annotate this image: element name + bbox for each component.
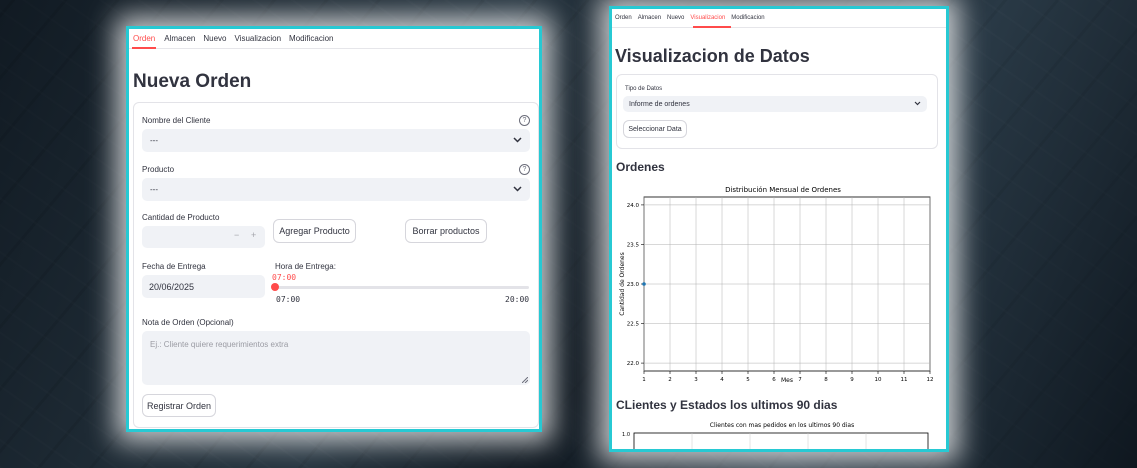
x-tick-label: 11 <box>901 377 908 383</box>
y-tick-label: 23.0 <box>627 282 640 288</box>
tipo-select[interactable]: Informe de ordenes <box>623 96 927 112</box>
active-tab-indicator <box>693 26 731 28</box>
data-point <box>642 282 646 286</box>
cliente-select[interactable]: --- <box>142 129 530 152</box>
tab-modificacion[interactable]: Modificacion <box>731 15 764 21</box>
fecha-input[interactable]: 20/06/2025 <box>142 275 265 298</box>
page-title: Nueva Orden <box>133 71 252 92</box>
tipo-label: Tipo de Datos <box>625 86 663 92</box>
hora-slider-thumb[interactable] <box>271 283 279 291</box>
x-tick-label: 6 <box>772 377 776 383</box>
nueva-orden-window: Orden Almacen Nuevo Visualizacion Modifi… <box>126 26 542 432</box>
hora-slider-track[interactable] <box>275 286 529 289</box>
x-tick-label: 4 <box>720 377 724 383</box>
producto-label: Producto <box>142 165 175 174</box>
producto-select[interactable]: --- <box>142 178 530 201</box>
y-tick-label: 22.0 <box>627 361 640 367</box>
tipo-value: Informe de ordenes <box>629 100 690 108</box>
x-tick-label: 2 <box>668 377 672 383</box>
ordenes-chart: Distribución Mensual de Ordenes 12345678… <box>619 186 934 384</box>
hora-min-label: 07:00 <box>276 295 301 304</box>
tab-divider <box>612 27 946 28</box>
fecha-label: Fecha de Entrega <box>142 262 206 271</box>
y-axis-label: Cantidad de Ordenes <box>619 252 626 316</box>
tab-visualizacion[interactable]: Visualizacion <box>234 34 281 43</box>
x-tick-label: 8 <box>824 377 828 383</box>
cliente-value: --- <box>150 136 158 145</box>
chart-title: Distribución Mensual de Ordenes <box>725 186 841 194</box>
clientes-heading: CLientes y Estados los ultimos 90 dias <box>616 398 838 412</box>
registrar-orden-button[interactable]: Registrar Orden <box>142 394 216 417</box>
ordenes-heading: Ordenes <box>616 160 665 174</box>
x-tick-label: 9 <box>850 377 854 383</box>
seleccionar-data-button[interactable]: Seleccionar Data <box>623 120 687 138</box>
cliente-help-icon[interactable]: ? <box>519 115 530 126</box>
clientes-chart: Clientes con mas pedidos en los ultimos … <box>622 422 929 449</box>
tab-nuevo[interactable]: Nuevo <box>667 15 684 21</box>
tab-modificacion[interactable]: Modificacion <box>289 34 333 43</box>
visualizacion-window: Orden Almacen Nuevo Visualizacion Modifi… <box>609 6 949 452</box>
x-tick-label: 5 <box>746 377 750 383</box>
tab-nuevo[interactable]: Nuevo <box>203 34 226 43</box>
tab-almacen[interactable]: Almacen <box>638 15 661 21</box>
x-tick-label: 12 <box>927 377 934 383</box>
tab-almacen[interactable]: Almacen <box>164 34 195 43</box>
nota-label: Nota de Orden (Opcional) <box>142 318 234 327</box>
chevron-down-icon <box>513 137 522 143</box>
cliente-label: Nombre del Cliente <box>142 116 211 125</box>
x-tick-label: 7 <box>798 377 802 383</box>
y-tick-label: 22.5 <box>627 322 640 328</box>
cantidad-minus-button[interactable]: − <box>234 230 239 240</box>
chevron-down-icon <box>513 186 522 192</box>
tab-bar: Orden Almacen Nuevo Visualizacion Modifi… <box>133 34 334 43</box>
nota-placeholder: Ej.: Cliente quiere requerimientos extra <box>150 340 289 349</box>
nota-textarea[interactable]: Ej.: Cliente quiere requerimientos extra <box>142 331 530 385</box>
x-tick-label: 3 <box>694 377 698 383</box>
tab-orden[interactable]: Orden <box>133 34 155 43</box>
y-tick-label: 23.5 <box>627 242 640 248</box>
page-title: Visualizacion de Datos <box>615 46 810 66</box>
tab-visualizacion[interactable]: Visualizacion <box>690 15 725 21</box>
producto-value: --- <box>150 185 158 194</box>
y-tick-label: 24.0 <box>627 203 640 209</box>
borrar-productos-button[interactable]: Borrar productos <box>405 219 487 243</box>
cantidad-plus-button[interactable]: + <box>251 230 256 240</box>
plot-area <box>633 432 929 449</box>
hora-max-label: 20:00 <box>505 295 530 304</box>
producto-help-icon[interactable]: ? <box>519 164 530 175</box>
chart-title: Clientes con mas pedidos en los ultimos … <box>710 422 854 429</box>
fecha-value: 20/06/2025 <box>149 281 195 292</box>
active-tab-indicator <box>132 47 156 49</box>
y-tick-label: 1.0 <box>622 432 630 438</box>
agregar-producto-button[interactable]: Agregar Producto <box>273 219 356 243</box>
hora-current-value: 07:00 <box>272 273 297 282</box>
tab-orden[interactable]: Orden <box>615 15 632 21</box>
tab-divider <box>129 48 539 49</box>
hora-label: Hora de Entrega: <box>275 262 336 271</box>
x-tick-label: 1 <box>642 377 646 383</box>
x-tick-label: 10 <box>875 377 882 383</box>
resize-handle-icon[interactable] <box>522 377 528 383</box>
x-axis-label: Mes <box>781 377 793 384</box>
cantidad-input[interactable]: − + <box>142 226 265 248</box>
tab-bar: Orden Almacen Nuevo Visualizacion Modifi… <box>615 15 765 21</box>
chevron-down-icon <box>914 101 921 106</box>
cantidad-label: Cantidad de Producto <box>142 213 220 222</box>
